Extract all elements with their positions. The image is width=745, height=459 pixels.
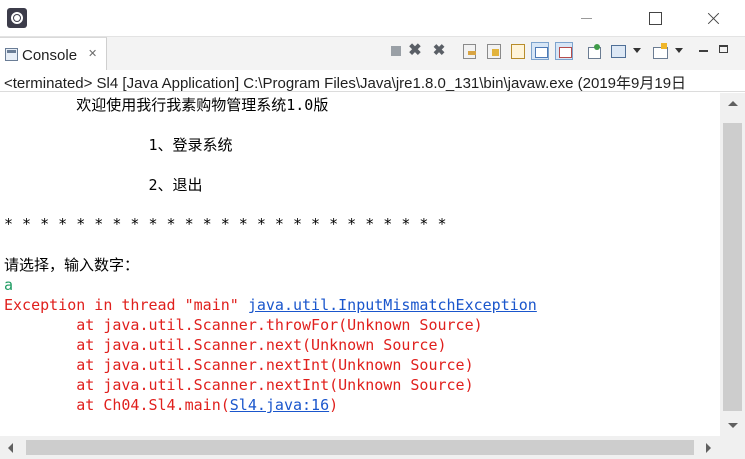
eclipse-icon — [7, 8, 27, 28]
word-wrap-icon[interactable] — [509, 42, 527, 60]
console-output[interactable]: 欢迎使用我行我素购物管理系统1.0版 1、登录系统 2、退出 * * * * *… — [0, 93, 720, 436]
vertical-scroll-thumb[interactable] — [723, 123, 742, 411]
open-console-dropdown-icon[interactable] — [674, 45, 684, 55]
scroll-up-icon[interactable] — [728, 101, 738, 106]
console-line-trace1: at java.util.Scanner.throwFor(Unknown So… — [4, 316, 483, 334]
scroll-lock-icon[interactable] — [485, 42, 503, 60]
clear-console-icon[interactable] — [460, 42, 478, 60]
show-on-stdout-icon[interactable] — [531, 42, 549, 60]
console-icon — [5, 48, 18, 61]
launch-status-bar: <terminated> Sl4 [Java Application] C:\P… — [0, 70, 745, 92]
display-console-dropdown-icon[interactable] — [632, 45, 642, 55]
remove-launch-icon[interactable]: ✖ — [406, 42, 424, 60]
console-line-trace5: at Ch04.Sl4.main(Sl4.java:16) — [4, 396, 338, 414]
console-line-welcome: 欢迎使用我行我素购物管理系统1.0版 — [4, 96, 329, 114]
terminate-icon[interactable] — [387, 42, 405, 60]
tab-console[interactable]: Console ✕ — [0, 37, 107, 71]
console-line-trace4: at java.util.Scanner.nextInt(Unknown Sou… — [4, 376, 474, 394]
launch-status-text: <terminated> Sl4 [Java Application] C:\P… — [4, 75, 687, 92]
console-line-option1: 1、登录系统 — [4, 136, 233, 154]
minimize-view-icon[interactable] — [699, 50, 708, 52]
close-icon[interactable] — [692, 4, 738, 32]
open-console-icon[interactable] — [651, 42, 669, 60]
console-line-option2: 2、退出 — [4, 176, 203, 194]
console-line-stars: * * * * * * * * * * * * * * * * * * * * … — [4, 215, 447, 233]
scrollbar-corner — [720, 436, 745, 459]
tab-console-label: Console — [22, 47, 78, 64]
minimize-icon[interactable] — [563, 4, 609, 32]
remove-all-terminated-icon[interactable]: ✖ — [430, 42, 448, 60]
source-line-link[interactable]: Sl4.java:16 — [230, 396, 329, 414]
console-line-exception: Exception in thread "main" java.util.Inp… — [4, 296, 537, 314]
horizontal-scroll-thumb[interactable] — [26, 440, 694, 455]
scroll-left-icon[interactable] — [8, 443, 13, 453]
tab-close-icon[interactable]: ✕ — [88, 49, 97, 60]
console-line-input: a — [4, 276, 14, 294]
trace5-prefix: at Ch04.Sl4.main( — [4, 396, 230, 414]
vertical-scrollbar[interactable] — [720, 93, 745, 436]
maximize-view-icon[interactable] — [719, 45, 728, 53]
show-on-stderr-icon[interactable] — [555, 42, 573, 60]
exception-prefix: Exception in thread "main" — [4, 296, 248, 314]
console-line-prompt: 请选择，输入数字： — [4, 256, 140, 274]
scroll-down-icon[interactable] — [728, 423, 738, 428]
scroll-right-icon[interactable] — [706, 443, 711, 453]
horizontal-scrollbar[interactable] — [0, 436, 720, 459]
exception-class-link[interactable]: java.util.InputMismatchException — [248, 296, 537, 314]
console-line-trace2: at java.util.Scanner.next(Unknown Source… — [4, 336, 447, 354]
display-console-icon[interactable] — [609, 42, 627, 60]
pin-console-icon[interactable] — [585, 42, 603, 60]
maximize-icon[interactable] — [632, 4, 678, 32]
title-bar — [0, 0, 745, 36]
console-line-trace3: at java.util.Scanner.nextInt(Unknown Sou… — [4, 356, 474, 374]
trace5-suffix: ) — [329, 396, 339, 414]
